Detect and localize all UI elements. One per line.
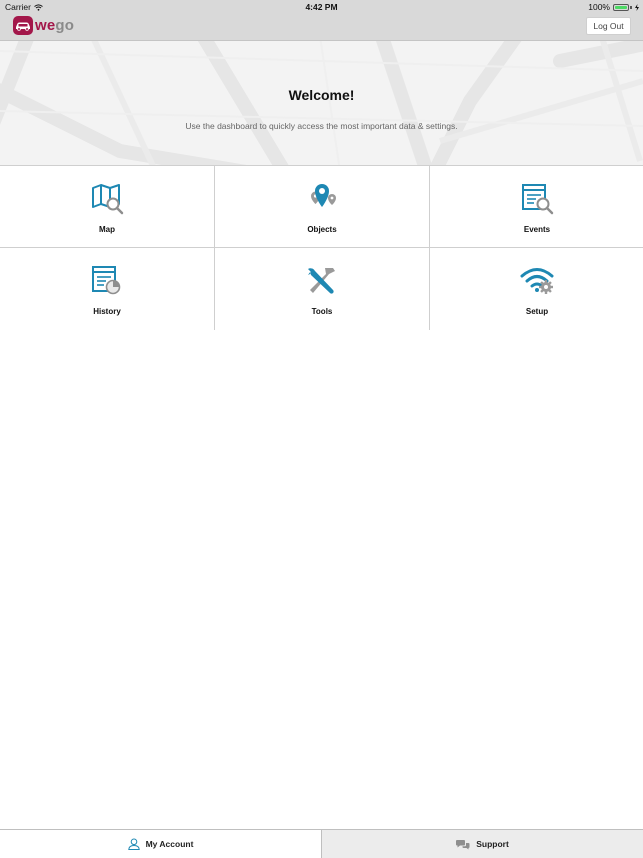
- clock: 4:42 PM: [305, 2, 338, 12]
- wego-logo: wego: [13, 16, 74, 35]
- battery-percent: 100%: [588, 2, 610, 12]
- tile-label: Setup: [525, 307, 549, 316]
- tab-label: My Account: [145, 839, 194, 849]
- tile-label: Events: [523, 225, 551, 234]
- tile-label: Map: [99, 225, 115, 234]
- tile-objects[interactable]: Objects: [215, 166, 429, 248]
- status-bar: Carrier 4:42 PM 100%: [0, 0, 643, 14]
- dashboard-grid: Map Objects Events History Tools Setup: [0, 165, 643, 330]
- car-logo-icon: [13, 16, 33, 35]
- logo-text-go: go: [55, 17, 75, 34]
- tab-label: Support: [476, 839, 509, 849]
- tile-map[interactable]: Map: [0, 166, 214, 248]
- grid-divider: [0, 247, 643, 248]
- logout-button[interactable]: Log Out: [586, 17, 631, 35]
- tile-label: History: [93, 307, 121, 316]
- grid-divider: [214, 166, 215, 330]
- map-icon: [92, 184, 124, 215]
- welcome-banner: Welcome! Use the dashboard to quickly ac…: [0, 41, 643, 165]
- tile-events[interactable]: Events: [430, 166, 643, 248]
- tools-icon: [308, 268, 335, 294]
- app-screen: Carrier 4:42 PM 100% wego Log Out Welcom…: [0, 0, 643, 858]
- tile-tools[interactable]: Tools: [215, 248, 429, 330]
- grid-divider: [429, 166, 430, 330]
- setup-icon: [520, 268, 554, 294]
- bottom-tab-bar: My Account Support: [0, 829, 643, 858]
- history-icon: [92, 266, 121, 295]
- map-background-image: [0, 41, 643, 165]
- battery-icon: [613, 3, 629, 11]
- tile-setup[interactable]: Setup: [430, 248, 643, 330]
- tile-history[interactable]: History: [0, 248, 214, 330]
- objects-icon: [311, 184, 336, 207]
- charging-icon: [635, 3, 639, 11]
- battery-indicator: 100%: [588, 2, 639, 12]
- logo-text-we: we: [35, 17, 56, 34]
- welcome-subtitle: Use the dashboard to quickly access the …: [185, 121, 458, 131]
- tile-label: Tools: [311, 307, 333, 316]
- user-icon: [127, 838, 140, 850]
- chat-bubbles-icon: [456, 839, 470, 849]
- tab-support[interactable]: Support: [322, 830, 643, 858]
- welcome-title: Welcome!: [288, 87, 355, 103]
- tab-my-account[interactable]: My Account: [0, 830, 322, 858]
- top-bar: Carrier 4:42 PM 100% wego Log Out: [0, 0, 643, 41]
- events-icon: [522, 184, 554, 215]
- tile-label: Objects: [307, 225, 337, 234]
